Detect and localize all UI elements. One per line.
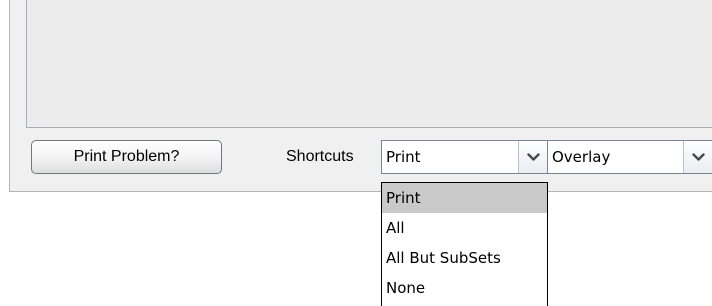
- dropdown-option-print[interactable]: Print: [382, 183, 547, 213]
- dropdown-option-all[interactable]: All: [382, 213, 547, 243]
- mode-select[interactable]: Overlay: [548, 140, 712, 174]
- mode-select-value: Overlay: [552, 148, 611, 166]
- chevron-down-icon[interactable]: [683, 141, 712, 173]
- dropdown-option-none[interactable]: None: [382, 273, 547, 303]
- shortcuts-select-value: Print: [386, 148, 421, 166]
- chevron-down-icon[interactable]: [518, 141, 547, 173]
- dropdown-option-all-but-subsets[interactable]: All But SubSets: [382, 243, 547, 273]
- shortcuts-select[interactable]: Print: [381, 140, 548, 174]
- shortcuts-label: Shortcuts: [286, 148, 354, 165]
- content-panel: [26, 0, 712, 128]
- print-problem-button[interactable]: Print Problem?: [31, 140, 222, 174]
- shortcuts-dropdown-list: Print All All But SubSets None: [381, 182, 548, 306]
